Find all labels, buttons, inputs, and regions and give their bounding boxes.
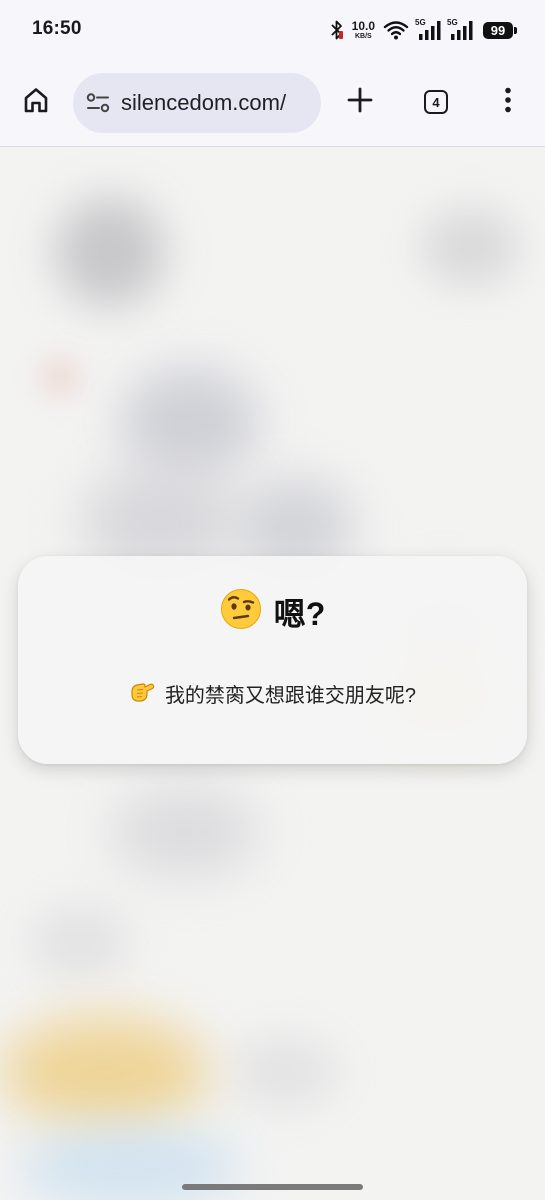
dialog-title-text: 嗯? xyxy=(273,595,326,632)
tab-switcher-button[interactable]: 4 xyxy=(414,80,458,124)
blurred-shape xyxy=(110,787,260,877)
blurred-shape xyxy=(55,197,165,307)
battery-icon: 99 xyxy=(483,21,517,39)
battery-level: 99 xyxy=(490,22,506,38)
blurred-shape xyxy=(0,1017,210,1127)
new-tab-icon xyxy=(347,87,373,118)
more-menu-button[interactable] xyxy=(486,80,530,124)
network-speed-value: 10.0 xyxy=(351,19,375,33)
home-icon xyxy=(22,86,50,119)
blurred-shape xyxy=(30,907,130,977)
network-speed: 10.0 KB/S xyxy=(352,20,375,40)
tab-switcher-icon: 4 xyxy=(424,90,448,114)
dialog-message-text: 我的禁脔又想跟谁交朋友呢? xyxy=(164,685,417,707)
dialog-message: 我的禁脔又想跟谁交朋友呢? xyxy=(18,678,527,709)
site-settings-icon[interactable] xyxy=(85,90,111,116)
new-tab-button[interactable] xyxy=(338,80,382,124)
home-button[interactable] xyxy=(14,80,58,124)
tab-count: 4 xyxy=(432,94,440,110)
dialog-title: 嗯? xyxy=(18,588,527,635)
signal-icon: 5G xyxy=(447,18,473,41)
more-menu-icon xyxy=(504,87,512,118)
alert-dialog: 嗯? 我的禁脔又想跟谁交朋友呢? xyxy=(18,556,527,764)
address-bar[interactable]: silencedom.com/ xyxy=(73,73,321,133)
wifi-icon xyxy=(383,19,409,41)
browser-toolbar: silencedom.com/ 4 xyxy=(0,60,545,147)
signal-icon: 5G xyxy=(415,18,441,41)
pointing-hand-icon xyxy=(129,678,155,709)
bluetooth-icon xyxy=(330,19,344,41)
status-icons: 10.0 KB/S 5G 5G 99 xyxy=(330,16,517,44)
blurred-shape xyxy=(420,207,520,287)
raised-eyebrow-face-icon xyxy=(220,588,262,635)
blurred-shape xyxy=(120,367,260,477)
home-indicator[interactable] xyxy=(182,1184,363,1190)
blurred-shape xyxy=(230,1037,340,1107)
status-time: 16:50 xyxy=(32,18,82,39)
blurred-shape xyxy=(40,357,80,397)
url-text[interactable]: silencedom.com/ xyxy=(121,90,286,116)
status-bar: 16:50 10.0 KB/S 5G 5G 99 xyxy=(0,0,545,60)
network-speed-unit: KB/S xyxy=(354,33,372,40)
